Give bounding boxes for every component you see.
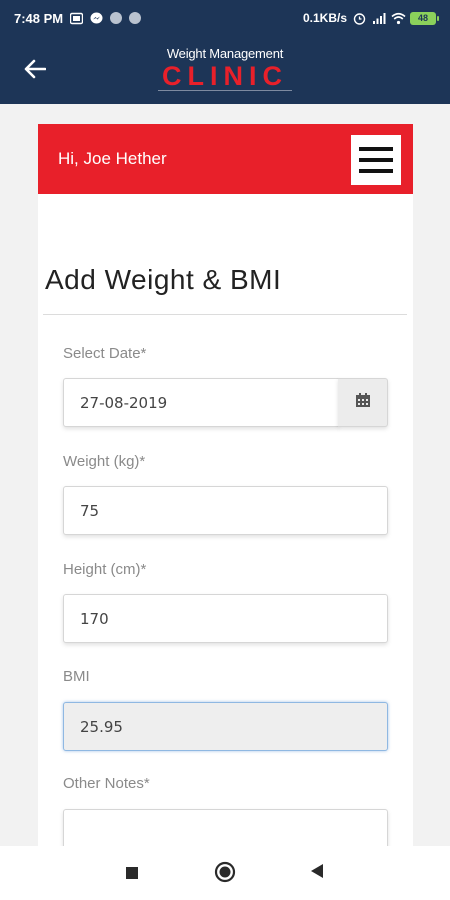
- calendar-icon: [355, 392, 371, 413]
- greeting-text: Hi, Joe Hether: [58, 149, 167, 168]
- gallery-notification-icon: [69, 12, 84, 25]
- notification-dot-icon: [129, 12, 142, 24]
- signal-icon: [372, 12, 386, 25]
- logo-tagline: Weight Management: [166, 46, 284, 61]
- bmi-label: BMI: [63, 668, 90, 685]
- menu-line: [359, 147, 393, 151]
- system-nav-bar: [0, 846, 450, 900]
- status-bar: 7:48 PM 0.1KB/s 48: [0, 0, 450, 36]
- menu-line: [359, 169, 393, 173]
- hamburger-menu-button[interactable]: [351, 135, 401, 185]
- bmi-field[interactable]: 25.95: [63, 702, 388, 751]
- triangle-back-icon: [310, 863, 324, 884]
- alarm-icon: [353, 12, 366, 25]
- form-card: Hi, Joe Hether Add Weight & BMI Select D…: [38, 124, 413, 869]
- messenger-icon: [90, 12, 103, 25]
- home-button[interactable]: [213, 861, 237, 888]
- page-title: Add Weight & BMI: [45, 264, 282, 295]
- network-speed: 0.1KB/s: [302, 11, 347, 25]
- notification-dot-icon: [110, 12, 123, 24]
- greeting-bar: Hi, Joe Hether: [38, 124, 413, 194]
- notes-label: Other Notes*: [63, 775, 150, 792]
- battery-icon: 48: [410, 11, 439, 25]
- weight-label: Weight (kg)*: [63, 453, 146, 470]
- calendar-button[interactable]: [338, 378, 388, 427]
- status-time: 7:48 PM: [14, 10, 64, 26]
- wifi-icon: [391, 12, 406, 25]
- square-icon: [126, 867, 138, 879]
- clinic-logo: Weight Management CLINIC: [0, 46, 450, 91]
- date-label: Select Date*: [63, 345, 147, 362]
- height-label: Height (cm)*: [63, 561, 147, 578]
- weight-input[interactable]: 75: [63, 486, 388, 535]
- height-input[interactable]: 170: [63, 594, 388, 643]
- title-divider: [43, 314, 407, 315]
- system-back-button[interactable]: [308, 863, 326, 884]
- logo-wordmark: CLINIC: [158, 62, 292, 91]
- date-field[interactable]: 27-08-2019: [63, 378, 339, 427]
- app-screen: 7:48 PM 0.1KB/s 48 Weight Management CLI…: [0, 0, 450, 900]
- recent-apps-button[interactable]: [124, 865, 140, 881]
- app-header: Weight Management CLINIC: [0, 36, 450, 104]
- menu-line: [359, 158, 393, 162]
- circle-icon: [214, 861, 236, 888]
